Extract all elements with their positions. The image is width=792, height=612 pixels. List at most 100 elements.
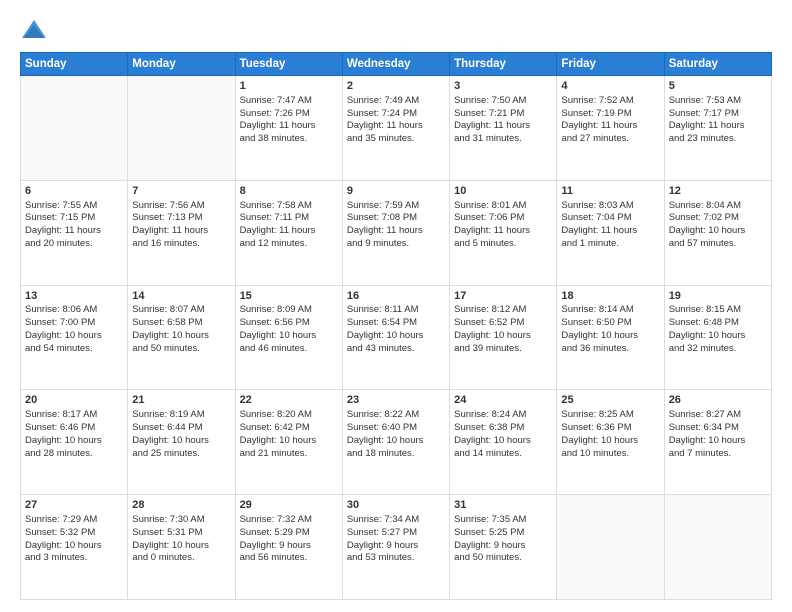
weekday-header-tuesday: Tuesday	[235, 53, 342, 76]
day-info-line: and 10 minutes.	[561, 448, 659, 461]
day-info-line: Daylight: 11 hours	[25, 225, 123, 238]
day-info-line: and 31 minutes.	[454, 133, 552, 146]
calendar-cell: 5Sunrise: 7:53 AMSunset: 7:17 PMDaylight…	[664, 76, 771, 181]
calendar-cell: 3Sunrise: 7:50 AMSunset: 7:21 PMDaylight…	[450, 76, 557, 181]
day-info-line: Sunset: 6:46 PM	[25, 422, 123, 435]
day-info-line: Sunrise: 8:24 AM	[454, 409, 552, 422]
day-info-line: Sunrise: 8:12 AM	[454, 304, 552, 317]
day-info-line: Sunrise: 8:01 AM	[454, 200, 552, 213]
day-info-line: Sunset: 6:36 PM	[561, 422, 659, 435]
day-info-line: and 16 minutes.	[132, 238, 230, 251]
day-info-line: Sunset: 7:19 PM	[561, 108, 659, 121]
day-number: 25	[561, 393, 659, 408]
day-info-line: Sunrise: 8:25 AM	[561, 409, 659, 422]
day-info-line: and 50 minutes.	[454, 552, 552, 565]
calendar-cell: 9Sunrise: 7:59 AMSunset: 7:08 PMDaylight…	[342, 180, 449, 285]
day-number: 17	[454, 289, 552, 304]
calendar-cell: 11Sunrise: 8:03 AMSunset: 7:04 PMDayligh…	[557, 180, 664, 285]
calendar-cell: 20Sunrise: 8:17 AMSunset: 6:46 PMDayligh…	[21, 390, 128, 495]
day-info-line: Sunset: 7:26 PM	[240, 108, 338, 121]
calendar-cell: 15Sunrise: 8:09 AMSunset: 6:56 PMDayligh…	[235, 285, 342, 390]
day-number: 8	[240, 184, 338, 199]
day-info-line: Sunrise: 7:29 AM	[25, 514, 123, 527]
day-info-line: Sunset: 6:54 PM	[347, 317, 445, 330]
day-number: 27	[25, 498, 123, 513]
calendar-cell: 13Sunrise: 8:06 AMSunset: 7:00 PMDayligh…	[21, 285, 128, 390]
day-info-line: Daylight: 10 hours	[669, 435, 767, 448]
day-info-line: Sunset: 7:04 PM	[561, 212, 659, 225]
day-number: 23	[347, 393, 445, 408]
calendar-cell: 23Sunrise: 8:22 AMSunset: 6:40 PMDayligh…	[342, 390, 449, 495]
calendar-cell: 25Sunrise: 8:25 AMSunset: 6:36 PMDayligh…	[557, 390, 664, 495]
day-info-line: Daylight: 11 hours	[561, 225, 659, 238]
calendar-cell: 18Sunrise: 8:14 AMSunset: 6:50 PMDayligh…	[557, 285, 664, 390]
day-info-line: Daylight: 10 hours	[132, 330, 230, 343]
day-info-line: Daylight: 10 hours	[25, 330, 123, 343]
day-info-line: and 14 minutes.	[454, 448, 552, 461]
day-number: 3	[454, 79, 552, 94]
day-info-line: Daylight: 10 hours	[240, 435, 338, 448]
weekday-header-row: SundayMondayTuesdayWednesdayThursdayFrid…	[21, 53, 772, 76]
day-info-line: and 35 minutes.	[347, 133, 445, 146]
day-info-line: Sunrise: 7:34 AM	[347, 514, 445, 527]
week-row-2: 6Sunrise: 7:55 AMSunset: 7:15 PMDaylight…	[21, 180, 772, 285]
calendar-cell: 4Sunrise: 7:52 AMSunset: 7:19 PMDaylight…	[557, 76, 664, 181]
day-info-line: Daylight: 10 hours	[561, 435, 659, 448]
day-info-line: Sunset: 6:58 PM	[132, 317, 230, 330]
week-row-5: 27Sunrise: 7:29 AMSunset: 5:32 PMDayligh…	[21, 495, 772, 600]
day-info-line: and 46 minutes.	[240, 343, 338, 356]
day-info-line: and 12 minutes.	[240, 238, 338, 251]
day-info-line: Daylight: 11 hours	[669, 120, 767, 133]
calendar-cell: 31Sunrise: 7:35 AMSunset: 5:25 PMDayligh…	[450, 495, 557, 600]
day-info-line: and 1 minute.	[561, 238, 659, 251]
day-info-line: Daylight: 11 hours	[561, 120, 659, 133]
day-info-line: Sunset: 7:00 PM	[25, 317, 123, 330]
day-info-line: Daylight: 10 hours	[25, 540, 123, 553]
calendar-cell: 29Sunrise: 7:32 AMSunset: 5:29 PMDayligh…	[235, 495, 342, 600]
day-info-line: Sunrise: 8:11 AM	[347, 304, 445, 317]
day-number: 4	[561, 79, 659, 94]
day-info-line: Daylight: 11 hours	[347, 120, 445, 133]
day-info-line: Sunset: 5:25 PM	[454, 527, 552, 540]
day-info-line: Daylight: 10 hours	[132, 435, 230, 448]
day-info-line: Sunset: 7:08 PM	[347, 212, 445, 225]
day-number: 6	[25, 184, 123, 199]
day-info-line: and 39 minutes.	[454, 343, 552, 356]
day-number: 13	[25, 289, 123, 304]
day-info-line: Sunrise: 8:27 AM	[669, 409, 767, 422]
day-info-line: Sunrise: 7:49 AM	[347, 95, 445, 108]
day-info-line: Sunset: 6:56 PM	[240, 317, 338, 330]
day-info-line: Daylight: 10 hours	[561, 330, 659, 343]
week-row-3: 13Sunrise: 8:06 AMSunset: 7:00 PMDayligh…	[21, 285, 772, 390]
day-number: 10	[454, 184, 552, 199]
day-info-line: and 38 minutes.	[240, 133, 338, 146]
day-number: 30	[347, 498, 445, 513]
day-info-line: Sunrise: 8:17 AM	[25, 409, 123, 422]
day-info-line: Sunset: 7:11 PM	[240, 212, 338, 225]
day-info-line: and 54 minutes.	[25, 343, 123, 356]
day-info-line: Sunrise: 8:14 AM	[561, 304, 659, 317]
day-info-line: Sunrise: 7:55 AM	[25, 200, 123, 213]
calendar-cell: 17Sunrise: 8:12 AMSunset: 6:52 PMDayligh…	[450, 285, 557, 390]
day-info-line: Sunrise: 7:58 AM	[240, 200, 338, 213]
day-info-line: and 43 minutes.	[347, 343, 445, 356]
day-info-line: Sunrise: 8:06 AM	[25, 304, 123, 317]
calendar-cell: 8Sunrise: 7:58 AMSunset: 7:11 PMDaylight…	[235, 180, 342, 285]
day-info-line: Daylight: 11 hours	[132, 225, 230, 238]
day-info-line: Sunset: 5:31 PM	[132, 527, 230, 540]
day-info-line: and 27 minutes.	[561, 133, 659, 146]
calendar-page: SundayMondayTuesdayWednesdayThursdayFrid…	[0, 0, 792, 612]
calendar-cell: 21Sunrise: 8:19 AMSunset: 6:44 PMDayligh…	[128, 390, 235, 495]
day-number: 7	[132, 184, 230, 199]
logo	[20, 16, 52, 44]
day-info-line: and 57 minutes.	[669, 238, 767, 251]
calendar-cell: 27Sunrise: 7:29 AMSunset: 5:32 PMDayligh…	[21, 495, 128, 600]
day-number: 28	[132, 498, 230, 513]
day-number: 11	[561, 184, 659, 199]
day-info-line: Sunrise: 8:07 AM	[132, 304, 230, 317]
day-info-line: Daylight: 10 hours	[240, 330, 338, 343]
day-info-line: Sunrise: 8:19 AM	[132, 409, 230, 422]
day-number: 5	[669, 79, 767, 94]
header	[20, 16, 772, 44]
day-info-line: Daylight: 10 hours	[132, 540, 230, 553]
